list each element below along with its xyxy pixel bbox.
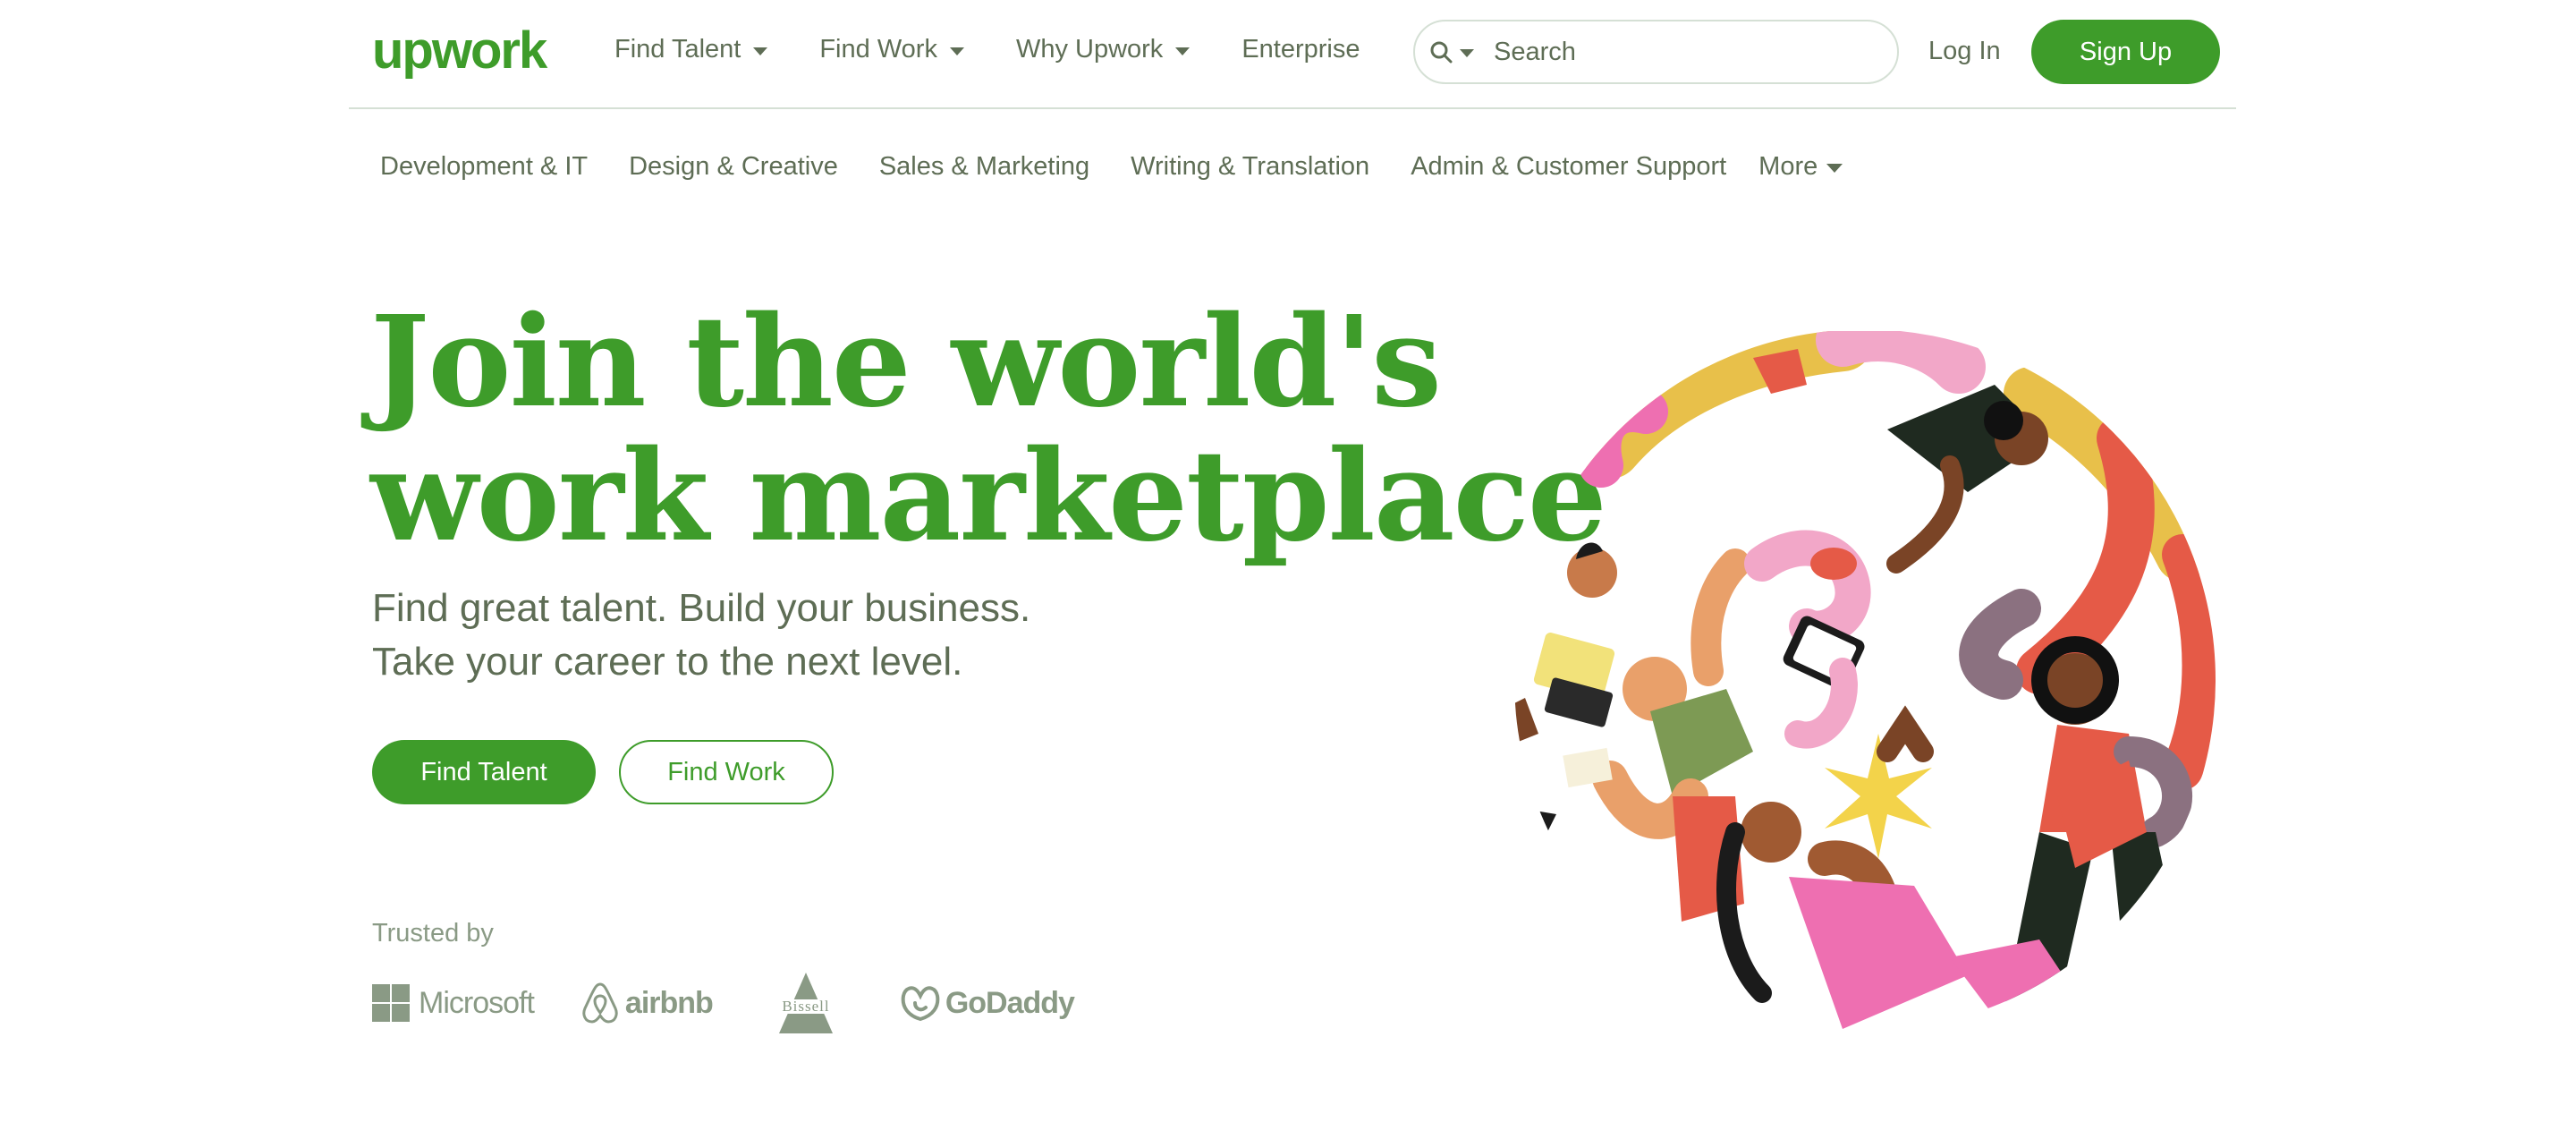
find-talent-button[interactable]: Find Talent [372,740,596,804]
find-work-button-label: Find Work [667,757,785,786]
search-icon [1430,41,1453,64]
nav-find-talent-label: Find Talent [614,34,741,64]
find-work-button[interactable]: Find Work [619,740,834,804]
category-design-creative[interactable]: Design & Creative [629,152,838,182]
search-bar[interactable] [1413,20,1899,84]
nav-find-talent[interactable]: Find Talent [614,34,768,64]
hero-title-line-2: work marketplace [370,423,1607,570]
category-sales-marketing[interactable]: Sales & Marketing [879,152,1089,182]
nav-find-work-label: Find Work [819,34,937,64]
bissell-icon: Bissell [758,973,852,1033]
hero-title: Join the world's work marketplace [370,289,1607,570]
chevron-down-icon [1175,47,1191,55]
signup-button[interactable]: Sign Up [2031,20,2220,84]
nav-enterprise[interactable]: Enterprise [1241,35,1360,64]
microsoft-icon [372,984,410,1022]
nav-find-work[interactable]: Find Work [819,35,964,64]
upwork-logo-text: upwork [372,23,548,80]
login-link[interactable]: Log In [1928,0,2001,102]
chevron-down-icon [753,47,768,55]
airbnb-logo: airbnb [580,981,714,1025]
airbnb-wordmark: airbnb [624,985,714,1020]
category-more[interactable]: More [1758,152,1843,182]
godaddy-logo: GoDaddy [899,983,1075,1023]
microsoft-wordmark: Microsoft [419,985,535,1020]
signup-label: Sign Up [2079,37,2173,66]
people-collaboration-illustration [1514,329,2216,1029]
nav-why-upwork-label: Why Upwork [1015,34,1164,64]
category-nav: Development & IT Design & Creative Sales… [380,147,1843,186]
nav-enterprise-label: Enterprise [1241,34,1360,64]
airbnb-icon [582,982,618,1024]
category-development-it[interactable]: Development & IT [380,152,588,182]
search-type-toggle[interactable] [1429,40,1474,64]
chevron-down-icon [1826,163,1843,173]
chevron-down-icon [1460,49,1474,57]
find-talent-button-label: Find Talent [420,757,547,786]
hero-subtitle-line-1: Find great talent. Build your business. [372,586,1031,630]
godaddy-icon [901,986,940,1022]
trusted-logos: Microsoft airbnb Bissell GoDaddy [372,971,1121,1035]
bissell-wordmark: Bissell [782,998,829,1015]
chevron-down-icon [949,47,964,55]
nav-why-upwork[interactable]: Why Upwork [1015,34,1191,64]
category-writing-translation[interactable]: Writing & Translation [1131,152,1369,182]
category-more-label: More [1758,151,1818,181]
upwork-logo[interactable]: upwork [372,23,551,82]
category-admin-support[interactable]: Admin & Customer Support [1411,152,1726,182]
hero-subtitle-line-2: Take your career to the next level. [372,640,963,684]
hero-illustration [1503,329,2227,1029]
top-header: upwork Find Talent Find Work Why Upwork … [349,0,2236,109]
hero-title-line-1: Join the world's [370,289,1442,436]
godaddy-wordmark: GoDaddy [945,985,1075,1020]
hero-subtitle: Find great talent. Build your business. … [372,582,1030,689]
microsoft-logo: Microsoft [372,984,535,1022]
search-input[interactable] [1494,37,1852,67]
main-nav: Find Talent Find Work Why Upwork Enterpr… [614,0,1411,98]
bissell-logo: Bissell [758,971,852,1035]
trusted-by-label: Trusted by [372,919,494,948]
login-label: Log In [1928,36,2001,65]
